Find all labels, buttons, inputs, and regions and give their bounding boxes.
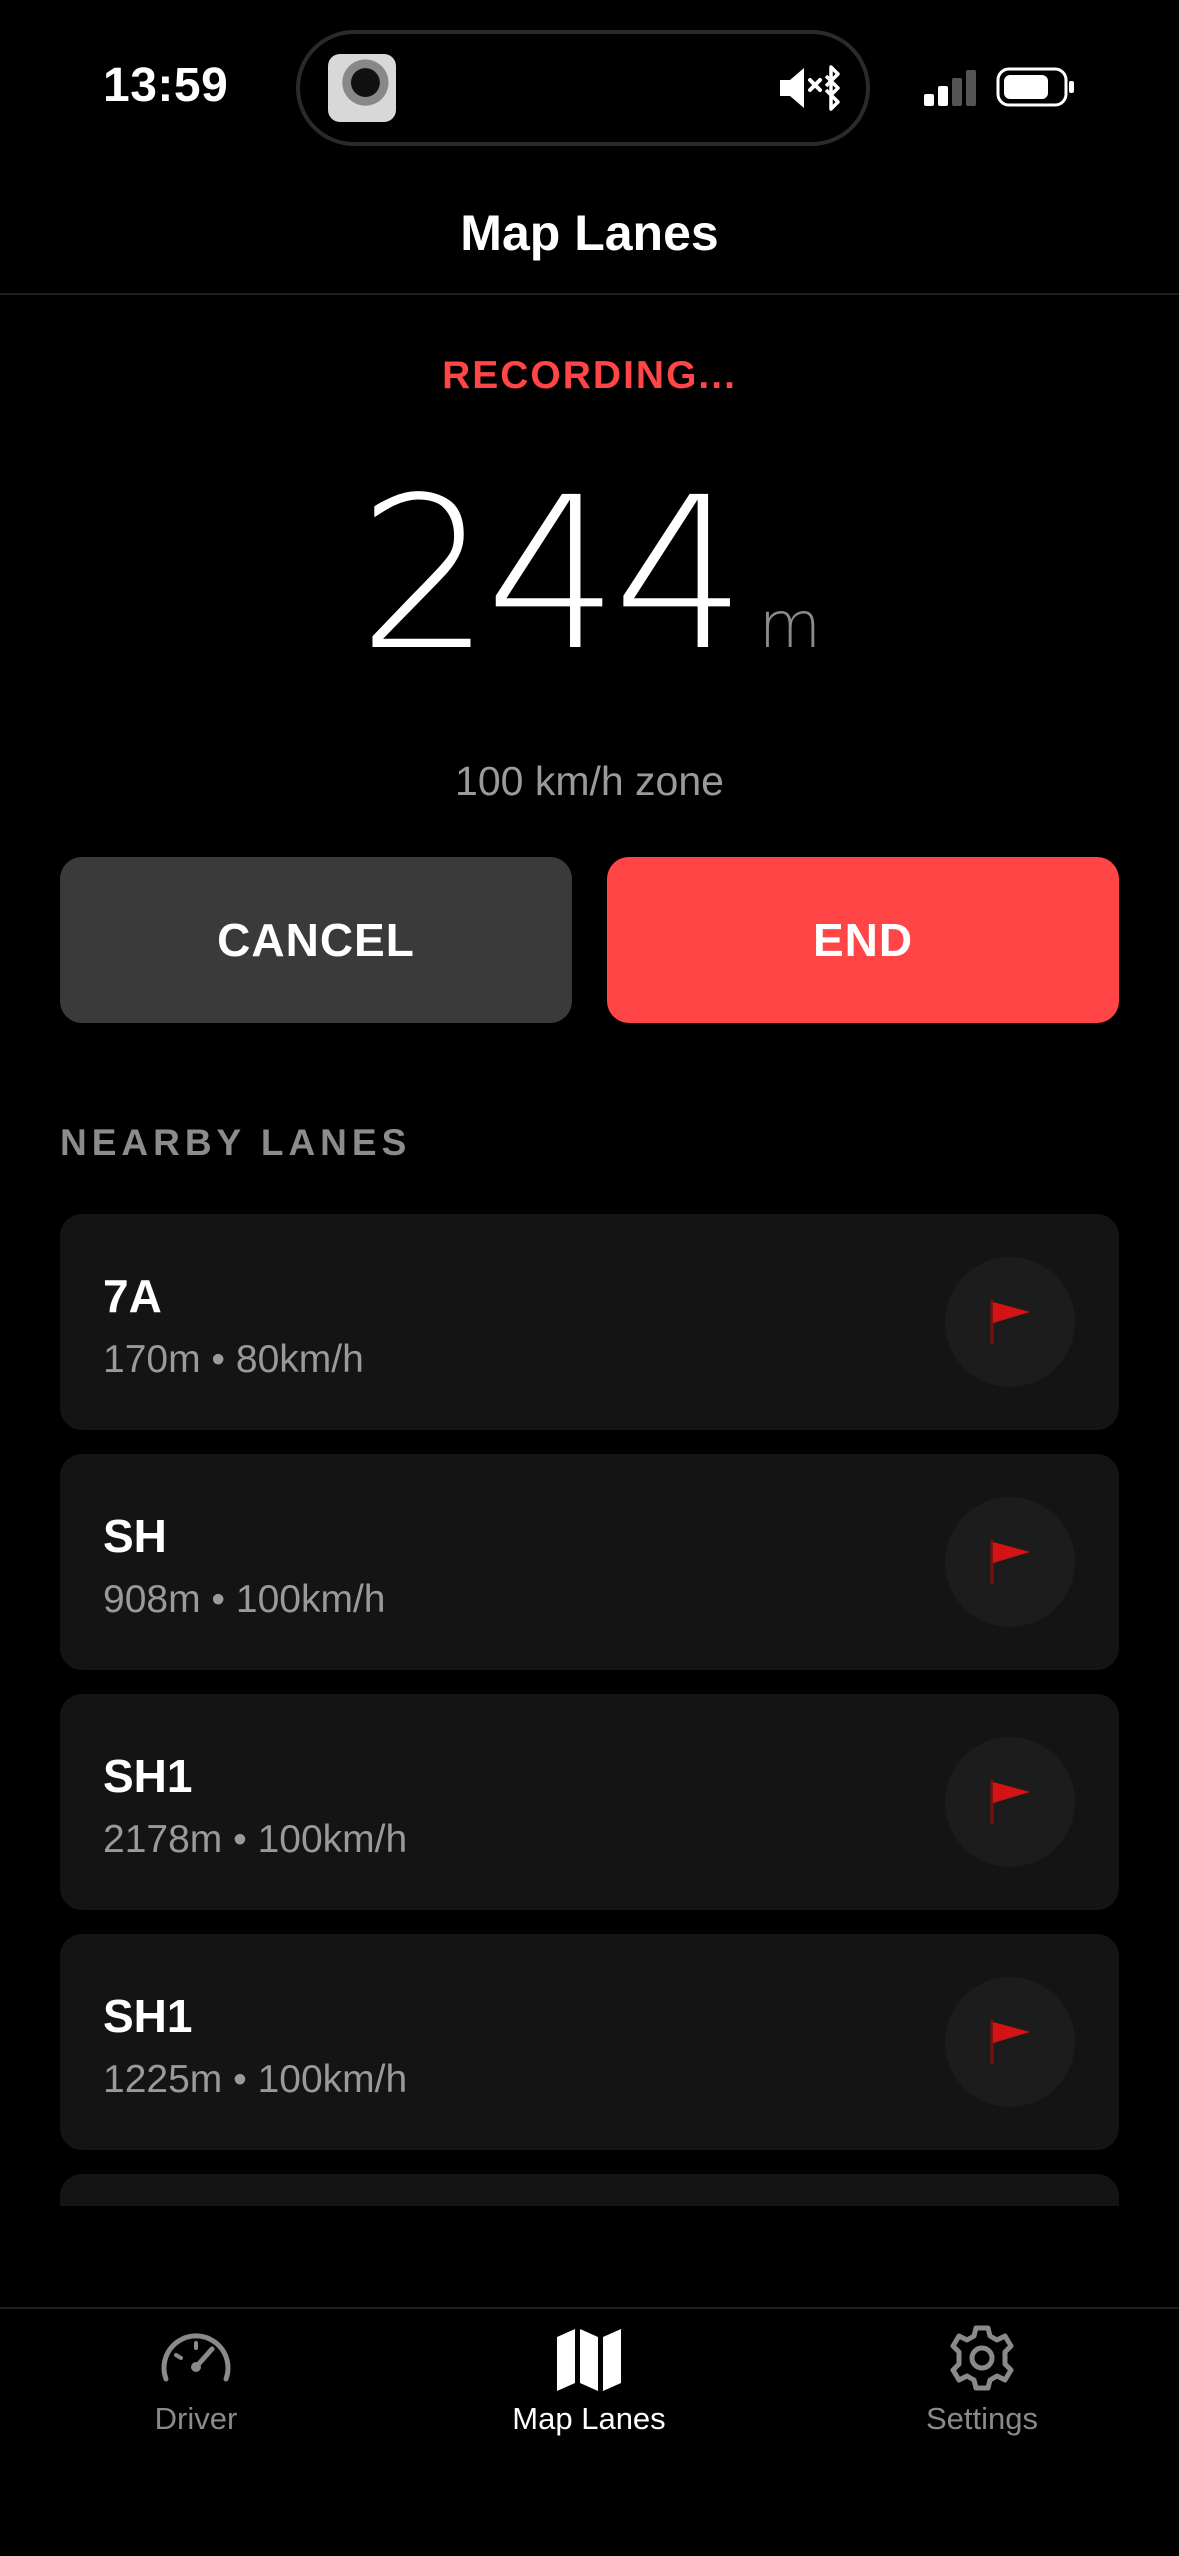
flag-button[interactable] <box>945 1737 1075 1867</box>
lane-name: SH <box>103 1510 167 1562</box>
lane-meta: 170m • 80km/h <box>103 1338 364 1381</box>
red-flag-icon <box>990 2020 1030 2064</box>
lane-card[interactable]: SH 908m • 100km/h <box>60 1454 1119 1670</box>
lane-meta: 2178m • 100km/h <box>103 1818 408 1861</box>
lane-card[interactable]: 7A 170m • 80km/h <box>60 1214 1119 1430</box>
tab-label: Driver <box>154 2401 238 2436</box>
now-playing-artwork <box>328 54 396 122</box>
lane-card[interactable]: SH1 2178m • 100km/h <box>60 1694 1119 1910</box>
flag-button[interactable] <box>945 1257 1075 1387</box>
distance-unit: m <box>758 589 822 663</box>
tab-label: Settings <box>925 2401 1038 2436</box>
gear-icon <box>950 2325 1014 2391</box>
lane-name: SH1 <box>103 1750 193 1802</box>
nearby-lanes-heading: NEARBY LANES <box>60 1122 412 1163</box>
speed-zone-label: 100 km/h zone <box>455 758 724 804</box>
tab-settings[interactable]: Settings <box>832 2323 1132 2437</box>
lane-name: SH1 <box>103 1990 193 2042</box>
tab-bar-divider <box>0 2307 1179 2309</box>
lane-meta: 908m • 100km/h <box>103 1578 386 1621</box>
distance-readout: 244 m <box>0 470 1179 680</box>
lane-name: 7A <box>103 1270 162 1322</box>
red-flag-icon <box>990 1540 1030 1584</box>
tab-label: Map Lanes <box>512 2401 666 2436</box>
page-title: Map Lanes <box>460 205 719 261</box>
distance-value: 244 <box>357 452 747 697</box>
lane-card[interactable]: SH1 1225m • 100km/h <box>60 1934 1119 2150</box>
battery-icon <box>996 67 1074 107</box>
tab-driver[interactable]: Driver <box>46 2323 346 2437</box>
recording-status: RECORDING... <box>442 354 737 397</box>
flag-button[interactable] <box>945 1977 1075 2107</box>
flag-button[interactable] <box>945 1497 1075 1627</box>
red-flag-icon <box>990 1300 1030 1344</box>
status-time: 13:59 <box>103 59 229 112</box>
lane-card-partial[interactable] <box>60 2174 1119 2206</box>
cancel-button[interactable]: CANCEL <box>60 857 572 1023</box>
nearby-lanes-list[interactable]: 7A 170m • 80km/h SH 908m • 100km/h SH1 2… <box>60 1214 1119 2206</box>
tab-map-lanes[interactable]: Map Lanes <box>439 2323 739 2437</box>
end-button[interactable]: END <box>607 857 1119 1023</box>
speedometer-icon <box>161 2333 231 2382</box>
red-flag-icon <box>990 1780 1030 1824</box>
map-icon <box>557 2329 621 2391</box>
mute-bluetooth-icon <box>780 65 840 111</box>
lane-meta: 1225m • 100km/h <box>103 2058 408 2101</box>
cellular-signal-icon <box>924 70 976 106</box>
header-divider <box>0 293 1179 295</box>
